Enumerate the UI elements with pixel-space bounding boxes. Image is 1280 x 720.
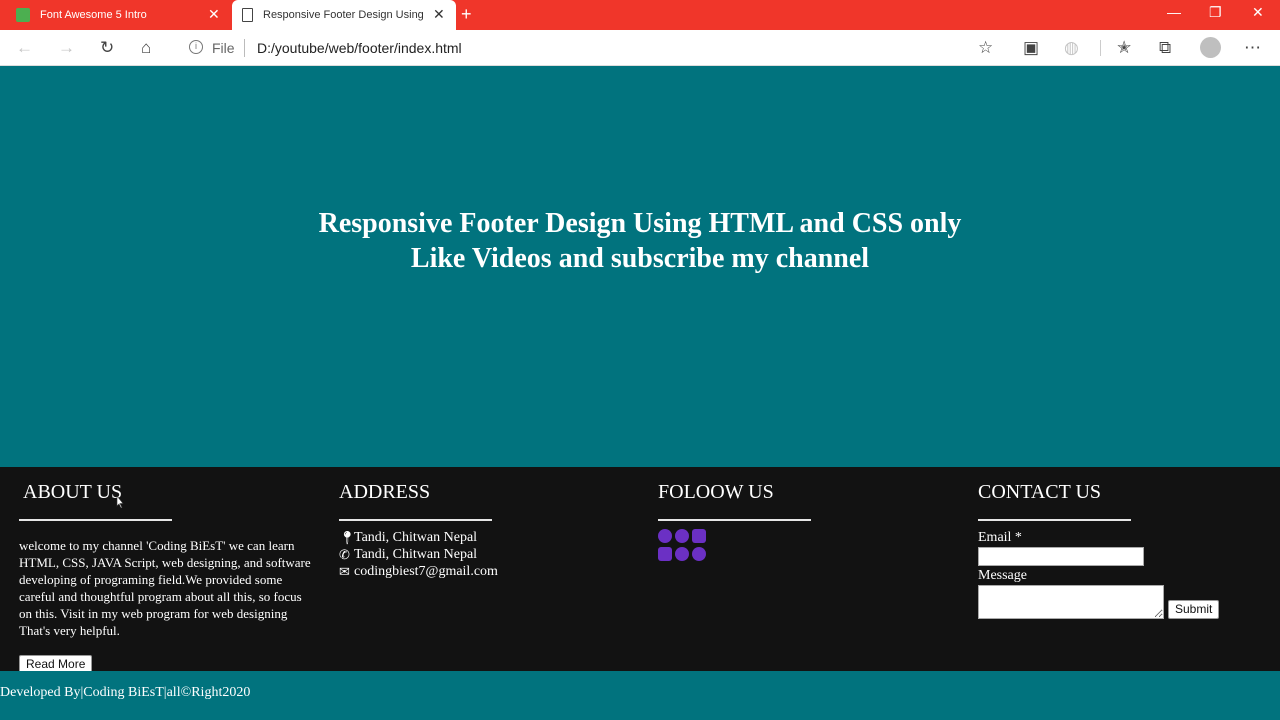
address-email: ✉ codingbiest7@gmail.com [339, 563, 619, 580]
follow-column: FOLOOW US [658, 467, 938, 565]
contact-column: CONTACT US Email * Message Submit [978, 467, 1258, 619]
browser-tab-bar: Font Awesome 5 Intro ✕ Responsive Footer… [0, 0, 1280, 30]
email-label: Email * [978, 530, 1022, 545]
tab-title: Responsive Footer Design Using [263, 9, 424, 21]
copyright-text: Developed By|Coding BiEsT|all©Right2020 [0, 685, 251, 700]
tab-close-icon[interactable]: ✕ [208, 6, 220, 23]
address-location: 📍︎ Tandi, Chitwan Nepal [339, 529, 619, 546]
hero-line-2: Like Videos and subscribe my channel [410, 243, 870, 274]
address-separator [244, 39, 245, 57]
tab-favicon [16, 8, 30, 22]
info-icon[interactable]: i [189, 40, 203, 54]
about-heading: ABOUT US [23, 481, 123, 503]
mouse-cursor-icon [116, 496, 124, 508]
address-scheme: File [212, 40, 235, 56]
phone-text: Tandi, Chitwan Nepal [354, 547, 478, 562]
about-text: welcome to my channel 'Coding BiEsT' we … [19, 538, 311, 638]
more-menu-icon[interactable]: ⋯ [1244, 38, 1261, 58]
refresh-icon[interactable]: ↻ [100, 38, 114, 58]
favorites-icon[interactable]: ✭ [1117, 38, 1131, 58]
location-text: Tandi, Chitwan Nepal [354, 530, 478, 545]
restore-icon[interactable]: ❐ [1209, 4, 1222, 21]
hero-line-1: Responsive Footer Design Using HTML and … [318, 208, 962, 239]
heading-underline [658, 519, 811, 521]
extension-icon[interactable]: ▣ [1023, 38, 1039, 58]
heading-underline [978, 519, 1131, 521]
browser-toolbar: ← → ↻ ⌂ i File D:/youtube/web/footer/ind… [0, 30, 1280, 66]
twitter-icon[interactable] [692, 547, 706, 561]
collections-icon[interactable]: ⧉ [1159, 38, 1171, 58]
minimize-icon[interactable]: — [1167, 4, 1181, 20]
instagram-icon[interactable] [692, 529, 706, 543]
submit-button[interactable]: Submit [1168, 600, 1220, 619]
address-column: ADDRESS 📍︎ Tandi, Chitwan Nepal ✆ Tandi,… [339, 467, 619, 580]
envelope-icon: ✉ [339, 564, 350, 579]
forward-icon[interactable]: → [58, 38, 75, 58]
address-phone: ✆ Tandi, Chitwan Nepal [339, 546, 619, 563]
address-bar-url[interactable]: D:/youtube/web/footer/index.html [257, 40, 462, 56]
new-tab-icon[interactable]: + [461, 4, 472, 25]
email-text: codingbiest7@gmail.com [354, 564, 498, 579]
heading-underline [339, 519, 492, 521]
follow-heading: FOLOOW US [658, 481, 774, 503]
email-field[interactable] [978, 547, 1144, 566]
toolbar-divider [1100, 40, 1101, 56]
phone-icon: ✆ [339, 547, 350, 562]
message-label: Message [978, 568, 1027, 583]
social-icons [658, 529, 714, 565]
twitter-icon[interactable] [675, 529, 689, 543]
hero-heading: Responsive Footer Design Using HTML and … [0, 206, 1280, 276]
heading-underline [19, 519, 172, 521]
page-icon [242, 8, 253, 22]
facebook-icon[interactable] [658, 529, 672, 543]
copyright-bar: Developed By|Coding BiEsT|all©Right2020 [0, 671, 1280, 720]
back-icon[interactable]: ← [16, 38, 33, 58]
contact-heading: CONTACT US [978, 481, 1102, 503]
youtube-icon[interactable] [658, 547, 672, 561]
snapchat-icon[interactable] [675, 547, 689, 561]
address-list: 📍︎ Tandi, Chitwan Nepal ✆ Tandi, Chitwan… [339, 529, 619, 580]
tab-title: Font Awesome 5 Intro [40, 9, 147, 21]
tab-font-awesome[interactable]: Font Awesome 5 Intro ✕ [0, 0, 230, 30]
window-close-icon[interactable]: ✕ [1252, 4, 1264, 21]
profile-avatar[interactable] [1200, 37, 1221, 58]
favorite-star-icon[interactable]: ☆ [978, 38, 993, 58]
hero-section: Responsive Footer Design Using HTML and … [0, 66, 1280, 467]
map-marker-icon: 📍︎ [339, 530, 356, 545]
web-page: Responsive Footer Design Using HTML and … [0, 66, 1280, 720]
tab-responsive-footer[interactable]: Responsive Footer Design Using ✕ [232, 0, 456, 30]
tab-close-icon[interactable]: ✕ [433, 6, 445, 23]
globe-icon[interactable]: ◍ [1064, 38, 1079, 58]
home-icon[interactable]: ⌂ [141, 38, 151, 58]
message-field[interactable] [978, 585, 1164, 619]
address-heading: ADDRESS [339, 481, 431, 503]
footer: ABOUT US welcome to my channel 'Coding B… [0, 467, 1280, 673]
about-column: ABOUT US welcome to my channel 'Coding B… [19, 467, 319, 673]
